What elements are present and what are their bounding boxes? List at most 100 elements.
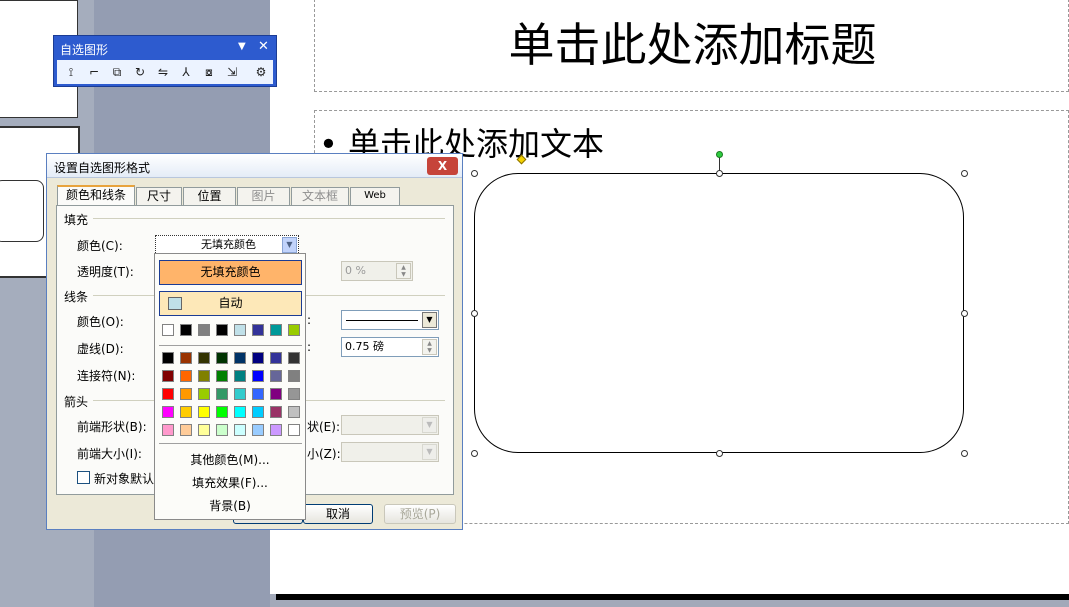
standard-color-swatch[interactable]: [198, 352, 210, 364]
no-fill-option[interactable]: 无填充颜色: [159, 260, 302, 285]
standard-color-swatch[interactable]: [288, 424, 300, 436]
shape-handle-bottom-right[interactable]: [961, 450, 968, 457]
standard-color-swatch[interactable]: [180, 370, 192, 382]
cancel-button[interactable]: 取消: [303, 504, 373, 524]
toolbar-buttons: ⟟ ⌐ ⧉ ↻ ⇋ ⅄ ⧇ ⇲ ⚙: [57, 60, 273, 84]
standard-color-swatch[interactable]: [270, 406, 282, 418]
tab-position[interactable]: 位置: [183, 187, 236, 205]
transparency-input[interactable]: 0 % ▲ ▼: [341, 261, 413, 281]
standard-color-swatch[interactable]: [216, 424, 228, 436]
callouts-icon[interactable]: ⧇: [199, 63, 219, 81]
standard-color-swatch[interactable]: [198, 406, 210, 418]
rotate-handle[interactable]: [716, 151, 723, 158]
standard-color-swatch[interactable]: [252, 424, 264, 436]
standard-color-swatch[interactable]: [270, 370, 282, 382]
standard-color-swatch[interactable]: [252, 388, 264, 400]
standard-color-swatch[interactable]: [162, 388, 174, 400]
standard-color-swatch[interactable]: [234, 424, 246, 436]
scheme-color-swatch[interactable]: [180, 324, 192, 336]
standard-color-swatch[interactable]: [162, 406, 174, 418]
more-colors-item[interactable]: 其他颜色(M)...: [155, 451, 305, 468]
line-style-select[interactable]: ▼: [341, 310, 439, 330]
fill-color-select[interactable]: 无填充颜色 ▼: [155, 235, 299, 255]
standard-color-swatch[interactable]: [270, 388, 282, 400]
dialog-close-button[interactable]: X: [427, 157, 458, 175]
standard-color-swatch[interactable]: [180, 424, 192, 436]
end-style-select[interactable]: ▼: [341, 415, 439, 435]
toolbar-close-icon[interactable]: ✕: [258, 39, 269, 54]
shape-handle-bottom-center[interactable]: [716, 450, 723, 457]
tab-colors-and-lines[interactable]: 颜色和线条: [57, 185, 135, 206]
standard-color-swatch[interactable]: [162, 352, 174, 364]
fill-color-value: 无填充颜色: [201, 238, 256, 251]
standard-color-swatch[interactable]: [198, 424, 210, 436]
shape-handle-middle-right[interactable]: [961, 310, 968, 317]
scheme-color-swatch[interactable]: [162, 324, 174, 336]
standard-color-swatch[interactable]: [234, 370, 246, 382]
standard-color-swatch[interactable]: [162, 370, 174, 382]
action-buttons-icon[interactable]: ⇲: [222, 63, 242, 81]
transparency-spinner-icon[interactable]: ▲ ▼: [396, 263, 411, 279]
standard-color-swatch[interactable]: [234, 406, 246, 418]
standard-color-swatch[interactable]: [216, 370, 228, 382]
more-autoshapes-icon[interactable]: ⚙: [251, 63, 271, 81]
standard-color-swatch[interactable]: [216, 388, 228, 400]
dialog-titlebar[interactable]: 设置自选图形格式 X: [47, 154, 462, 178]
standard-color-swatch[interactable]: [288, 406, 300, 418]
standard-color-swatch[interactable]: [288, 370, 300, 382]
slide-title[interactable]: 单击此处添加标题: [315, 9, 1069, 75]
shape-handle-bottom-left[interactable]: [471, 450, 478, 457]
standard-color-swatch[interactable]: [198, 388, 210, 400]
scheme-color-swatch[interactable]: [270, 324, 282, 336]
tab-web[interactable]: Web: [350, 187, 400, 205]
scheme-color-swatch[interactable]: [216, 324, 228, 336]
stars-banners-icon[interactable]: ⅄: [176, 63, 196, 81]
chevron-down-icon[interactable]: ▼: [422, 444, 437, 460]
basic-shapes-icon[interactable]: ⧉: [107, 63, 127, 81]
shape-handle-top-right[interactable]: [961, 170, 968, 177]
fill-effects-item[interactable]: 填充效果(F)...: [155, 474, 305, 491]
standard-color-swatch[interactable]: [288, 352, 300, 364]
standard-color-swatch[interactable]: [234, 388, 246, 400]
shape-handle-top-left[interactable]: [471, 170, 478, 177]
end-size-select[interactable]: ▼: [341, 442, 439, 462]
standard-color-swatch[interactable]: [252, 352, 264, 364]
shape-handle-top-center[interactable]: [716, 170, 723, 177]
standard-color-swatch[interactable]: [180, 406, 192, 418]
line-weight-spinner-icon[interactable]: ▲ ▼: [422, 339, 437, 355]
scheme-color-swatch[interactable]: [234, 324, 246, 336]
chevron-down-icon[interactable]: ▼: [282, 237, 297, 253]
chevron-down-icon[interactable]: ▼: [422, 417, 437, 433]
lines-icon[interactable]: ⟟: [61, 63, 81, 81]
title-placeholder[interactable]: 单击此处添加标题: [314, 0, 1069, 92]
standard-color-swatch[interactable]: [252, 370, 264, 382]
background-item[interactable]: 背景(B): [155, 497, 305, 514]
standard-color-swatch[interactable]: [288, 388, 300, 400]
standard-color-swatch[interactable]: [180, 388, 192, 400]
scheme-color-swatch[interactable]: [252, 324, 264, 336]
line-weight-input[interactable]: 0.75 磅 ▲ ▼: [341, 337, 439, 357]
autoshapes-toolbar[interactable]: 自选图形 ▼ ✕ ⟟ ⌐ ⧉ ↻ ⇋ ⅄ ⧇ ⇲ ⚙: [53, 35, 277, 87]
standard-color-swatch[interactable]: [234, 352, 246, 364]
standard-color-swatch[interactable]: [180, 352, 192, 364]
standard-color-swatch[interactable]: [198, 370, 210, 382]
block-arrows-icon[interactable]: ↻: [130, 63, 150, 81]
scheme-color-swatch[interactable]: [198, 324, 210, 336]
standard-color-swatch[interactable]: [216, 352, 228, 364]
shape-handle-middle-left[interactable]: [471, 310, 478, 317]
fill-color-dropdown[interactable]: 无填充颜色 自动 其他颜色(M)... 填充效果(F)... 背景(B): [154, 253, 306, 520]
standard-color-swatch[interactable]: [270, 352, 282, 364]
connectors-icon[interactable]: ⌐: [84, 63, 104, 81]
standard-color-swatch[interactable]: [162, 424, 174, 436]
flowchart-icon[interactable]: ⇋: [153, 63, 173, 81]
default-for-new-objects-checkbox[interactable]: [77, 471, 90, 484]
standard-color-swatch[interactable]: [252, 406, 264, 418]
rounded-rectangle-shape[interactable]: [474, 173, 964, 453]
chevron-down-icon[interactable]: ▼: [422, 312, 437, 328]
scheme-color-swatch[interactable]: [288, 324, 300, 336]
automatic-option[interactable]: 自动: [159, 291, 302, 316]
tab-size[interactable]: 尺寸: [136, 187, 182, 205]
standard-color-swatch[interactable]: [270, 424, 282, 436]
standard-color-swatch[interactable]: [216, 406, 228, 418]
toolbar-options-icon[interactable]: ▼: [238, 41, 246, 52]
